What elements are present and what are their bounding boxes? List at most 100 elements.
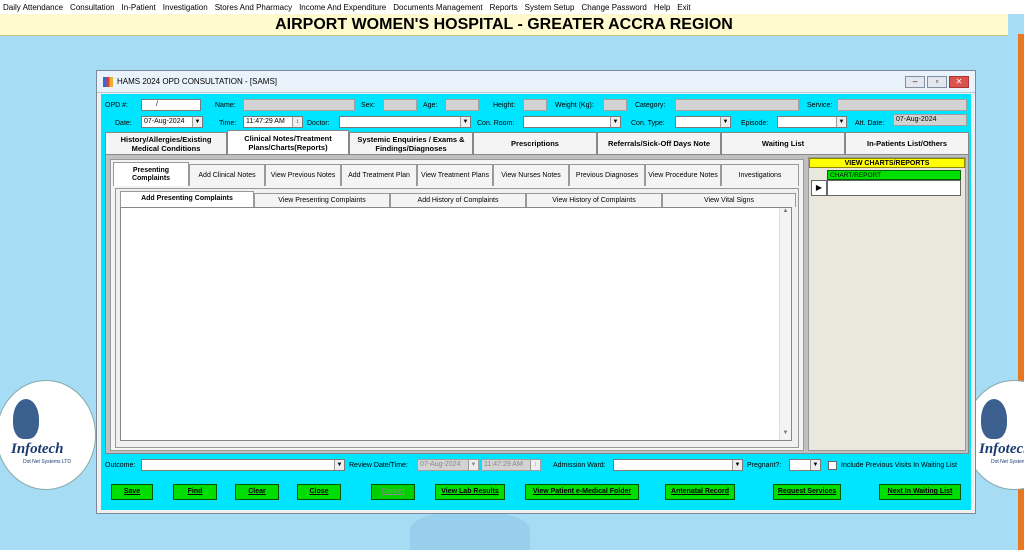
con-room-select[interactable]: ▼	[523, 116, 621, 128]
menu-income-expenditure[interactable]: Income And Expenditure	[299, 3, 386, 12]
pregnant-select[interactable]: ▼	[789, 459, 821, 471]
con-room-label: Con. Room:	[477, 120, 515, 127]
chevron-down-icon[interactable]: ▼	[810, 460, 820, 470]
tab-view-history-complaints[interactable]: View History of Complaints	[526, 193, 662, 207]
pregnant-label: Pregnant?:	[747, 462, 782, 469]
menu-consultation[interactable]: Consultation	[70, 3, 114, 12]
next-in-waiting-list-button[interactable]: Next In Waiting List	[879, 484, 961, 500]
chevron-down-icon[interactable]: ▼	[334, 460, 344, 470]
admission-ward-select[interactable]: ▼	[613, 459, 743, 471]
antenatal-record-button[interactable]: Antenatal Record	[665, 484, 735, 500]
tab-add-presenting-complaints[interactable]: Add Presenting Complaints	[120, 191, 254, 207]
main-tabs: History/Allergies/Existing Medical Condi…	[105, 130, 969, 154]
menu-daily-attendance[interactable]: Daily Attendance	[3, 3, 63, 12]
request-services-button[interactable]: Request Services	[773, 484, 841, 500]
view-lab-results-button[interactable]: View Lab Results	[435, 484, 505, 500]
close-button[interactable]: Close	[297, 484, 341, 500]
outcome-select[interactable]: ▼	[141, 459, 345, 471]
menu-help[interactable]: Help	[654, 3, 670, 12]
menu-change-password[interactable]: Change Password	[581, 3, 646, 12]
tab-add-clinical-notes[interactable]: Add Clinical Notes	[189, 164, 265, 186]
chart-report-cell[interactable]	[827, 180, 961, 196]
consultation-window: HAMS 2024 OPD CONSULTATION - [SAMS] – ▫ …	[96, 70, 976, 514]
spinner-icon[interactable]: ↕	[530, 460, 540, 470]
tab-previous-diagnoses[interactable]: Previous Diagnoses	[569, 164, 645, 186]
vertical-scrollbar[interactable]: ▲ ▼	[779, 208, 791, 440]
opd-number-field[interactable]: /	[141, 99, 201, 111]
menu-system-setup[interactable]: System Setup	[525, 3, 575, 12]
menu-exit[interactable]: Exit	[677, 3, 690, 12]
tab-history[interactable]: History/Allergies/Existing Medical Condi…	[105, 132, 227, 154]
app-chart-icon	[103, 76, 113, 87]
chevron-down-icon[interactable]: ▼	[460, 117, 470, 127]
chevron-down-icon[interactable]: ▼	[732, 460, 742, 470]
con-type-select[interactable]: ▼	[675, 116, 731, 128]
time-field[interactable]: 11:47:29 AM ↕	[243, 116, 303, 128]
tab-view-presenting-complaints[interactable]: View Presenting Complaints	[254, 193, 390, 207]
menu-documents-management[interactable]: Documents Management	[393, 3, 482, 12]
tab-view-previous-notes[interactable]: View Previous Notes	[265, 164, 341, 186]
scroll-up-icon[interactable]: ▲	[780, 208, 791, 218]
tab-view-procedure-notes[interactable]: View Procedure Notes	[645, 164, 721, 186]
height-field	[523, 99, 547, 111]
spinner-icon[interactable]: ↕	[292, 117, 302, 127]
service-field	[837, 99, 967, 111]
tab-view-vital-signs[interactable]: View Vital Signs	[662, 193, 796, 207]
date-field[interactable]: 07-Aug-2024 ▼	[141, 116, 203, 128]
find-button[interactable]: Find	[173, 484, 217, 500]
chevron-down-icon[interactable]: ▼	[720, 117, 730, 127]
save-button[interactable]: Save	[111, 484, 153, 500]
tab-add-treatment-plan[interactable]: Add Treatment Plan	[341, 164, 417, 186]
menu-in-patient[interactable]: In-Patient	[122, 3, 156, 12]
tab-clinical-notes[interactable]: Clinical Notes/Treatment Plans/Charts(Re…	[227, 130, 349, 154]
restore-button[interactable]: ▫	[927, 76, 947, 88]
time-value: 11:47:29 AM	[246, 118, 285, 125]
logo-subtitle: Dot Net Systems LTD	[23, 459, 71, 465]
category-label: Category:	[635, 102, 666, 109]
include-previous-visits-checkbox[interactable]	[828, 461, 837, 470]
tab-prescriptions[interactable]: Prescriptions	[473, 132, 597, 154]
minimize-button[interactable]: –	[905, 76, 925, 88]
tab-systemic-enquiries[interactable]: Systemic Enquiries / Exams & Findings/Di…	[349, 132, 473, 154]
close-window-button[interactable]: ✕	[949, 76, 969, 88]
category-field	[675, 99, 799, 111]
episode-select[interactable]: ▼	[777, 116, 847, 128]
tab-presenting-complaints[interactable]: Presenting Complaints	[113, 162, 189, 186]
tab-view-treatment-plans[interactable]: View Treatment Plans	[417, 164, 493, 186]
logo-subtitle: Dot Net Systems LTD	[991, 459, 1024, 465]
tab-referrals[interactable]: Referrals/Sick-Off Days Note	[597, 132, 721, 154]
chevron-down-icon[interactable]: ▼	[610, 117, 620, 127]
presenting-complaints-textarea[interactable]: ▲ ▼	[120, 207, 792, 441]
window-body: OPD #: / Name: Sex: Age: Height: Weight …	[101, 94, 971, 510]
tab-view-nurses-notes[interactable]: View Nurses Notes	[493, 164, 569, 186]
row-selector-icon[interactable]: ▶	[811, 180, 827, 196]
window-title: HAMS 2024 OPD CONSULTATION - [SAMS]	[117, 77, 278, 86]
menu-reports[interactable]: Reports	[490, 3, 518, 12]
doctor-select[interactable]: ▼	[339, 116, 471, 128]
chevron-down-icon[interactable]: ▼	[468, 460, 478, 470]
chevron-down-icon[interactable]: ▼	[836, 117, 846, 127]
opd-label: OPD #:	[105, 102, 128, 109]
clinical-notes-panel: Presenting Complaints Add Clinical Notes…	[105, 154, 969, 454]
menu-stores-pharmacy[interactable]: Stores And Pharmacy	[215, 3, 292, 12]
chevron-down-icon[interactable]: ▼	[192, 117, 202, 127]
con-type-label: Con. Type:	[631, 120, 665, 127]
view-emedical-folder-button[interactable]: View Patient e-Medical Folder	[525, 484, 639, 500]
name-label: Name:	[215, 102, 236, 109]
chart-report-column-header[interactable]: CHART/REPORT	[827, 170, 961, 180]
cancel-button[interactable]: Cancel	[371, 484, 415, 500]
review-date-field[interactable]: 07-Aug-2024 ▼	[417, 459, 479, 471]
logo-brand: Infotech	[979, 441, 1024, 457]
logo-brand: Infotech	[11, 441, 64, 457]
tab-in-patients[interactable]: In-Patients List/Others	[845, 132, 969, 154]
scroll-down-icon[interactable]: ▼	[780, 430, 791, 440]
tab-waiting-list[interactable]: Waiting List	[721, 132, 845, 154]
charts-reports-panel: VIEW CHARTS/REPORTS CHART/REPORT ▶	[808, 157, 966, 451]
age-field	[445, 99, 479, 111]
review-time-field[interactable]: 11:47:29 AM ↕	[481, 459, 541, 471]
include-previous-visits-label: Include Previous Visits In Waiting List	[841, 462, 957, 469]
tab-investigations[interactable]: Investigations	[721, 164, 799, 186]
menu-investigation[interactable]: Investigation	[163, 3, 208, 12]
tab-add-history-complaints[interactable]: Add History of Complaints	[390, 193, 526, 207]
clear-button[interactable]: Clear	[235, 484, 279, 500]
